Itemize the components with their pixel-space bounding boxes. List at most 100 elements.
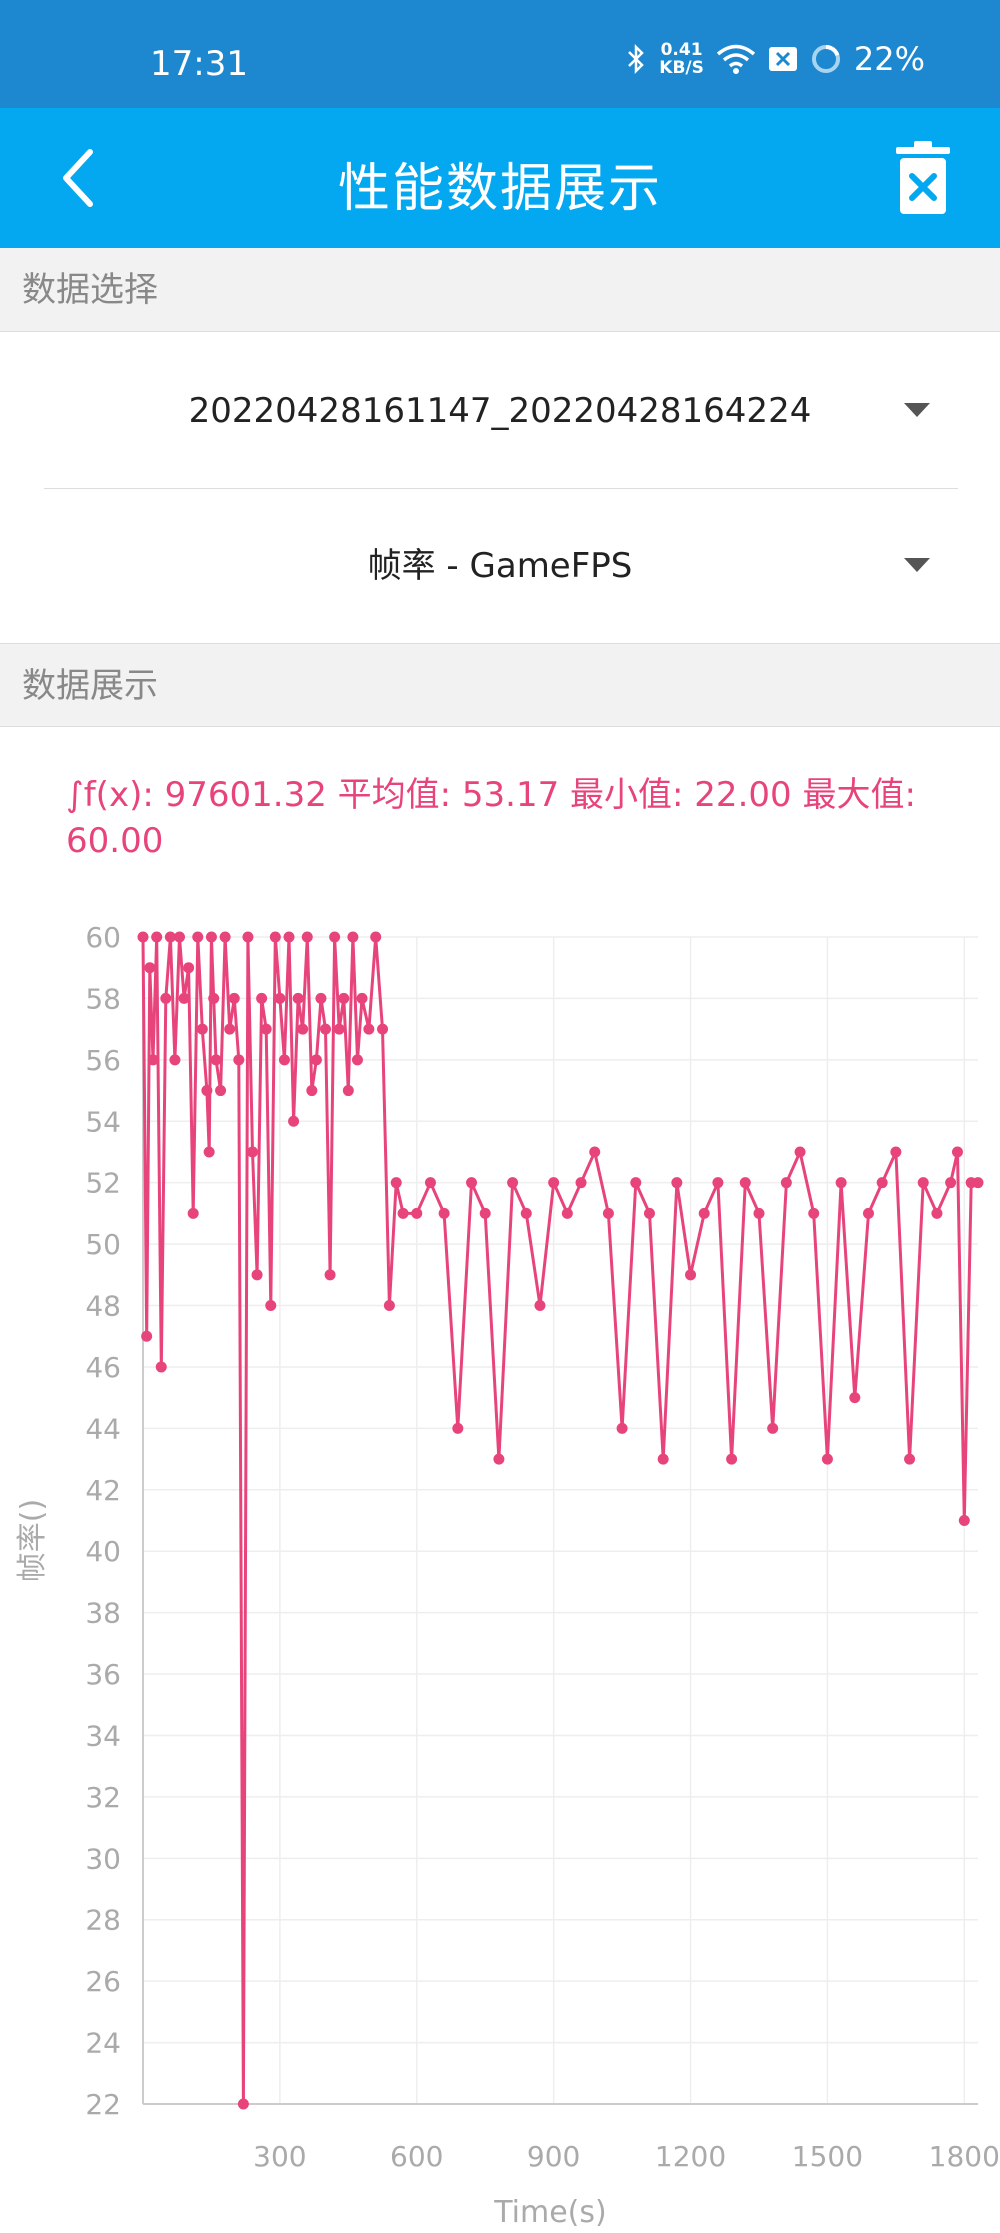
fps-data-point xyxy=(237,2098,249,2110)
fps-data-point xyxy=(466,1177,478,1189)
fps-data-point xyxy=(228,992,240,1004)
bluetooth-icon xyxy=(628,43,645,75)
fps-data-point xyxy=(917,1177,929,1189)
fps-data-point xyxy=(767,1422,779,1434)
fps-data-point xyxy=(821,1453,833,1465)
session-select[interactable]: 20220428161147_20220428164224 xyxy=(0,334,1000,488)
fps-data-point xyxy=(347,931,359,943)
fps-data-point xyxy=(338,992,350,1004)
y-tick-label: 50 xyxy=(85,1228,121,1261)
fps-data-point xyxy=(219,931,231,943)
fps-data-point xyxy=(278,1054,290,1066)
y-tick-label: 36 xyxy=(85,1658,121,1691)
dropdown-arrow-icon xyxy=(904,558,930,572)
x-tick-label: 1500 xyxy=(792,2140,863,2173)
fps-data-point xyxy=(808,1207,820,1219)
fps-data-point xyxy=(147,1054,159,1066)
battery-percent: 22% xyxy=(853,40,925,78)
fps-data-point xyxy=(183,962,195,974)
x-tick-label: 1800 xyxy=(929,2140,1000,2173)
fps-data-point xyxy=(329,931,341,943)
fps-data-point xyxy=(320,1023,332,1035)
fps-data-point xyxy=(174,931,186,943)
net-speed-value: 0.41 xyxy=(660,40,703,60)
fps-data-point xyxy=(951,1146,963,1158)
y-tick-label: 30 xyxy=(85,1842,121,1875)
fps-data-point xyxy=(224,1023,236,1035)
y-tick-label: 22 xyxy=(85,2088,121,2121)
metric-select[interactable]: 帧率 - GameFPS xyxy=(0,489,1000,643)
fps-data-point xyxy=(739,1177,751,1189)
delete-button[interactable] xyxy=(894,140,952,216)
sim-icon xyxy=(768,47,797,71)
fps-data-point xyxy=(589,1146,601,1158)
fps-data-point xyxy=(178,992,190,1004)
y-tick-label: 40 xyxy=(85,1535,121,1568)
fps-data-point xyxy=(561,1207,573,1219)
x-tick-label: 300 xyxy=(253,2140,306,2173)
fps-data-point xyxy=(698,1207,710,1219)
fps-data-point xyxy=(205,931,217,943)
fps-data-point xyxy=(269,931,281,943)
metric-select-value: 帧率 - GameFPS xyxy=(367,546,633,586)
fps-data-point xyxy=(424,1177,436,1189)
fps-data-point xyxy=(616,1422,628,1434)
fps-data-point xyxy=(301,931,313,943)
fps-data-point xyxy=(377,1023,389,1035)
fps-data-point xyxy=(972,1177,984,1189)
fps-data-point xyxy=(411,1207,423,1219)
fps-data-point xyxy=(397,1207,409,1219)
fps-data-point xyxy=(534,1300,546,1312)
fps-data-point xyxy=(890,1146,902,1158)
fps-data-point xyxy=(144,962,156,974)
x-tick-label: 1200 xyxy=(655,2140,726,2173)
page-title: 性能数据展示 xyxy=(337,159,662,219)
status-time: 17:31 xyxy=(150,44,248,84)
data-select-header: 数据选择 xyxy=(0,248,1000,332)
fps-data-point xyxy=(575,1177,587,1189)
fps-data-point xyxy=(242,931,254,943)
fps-data-point xyxy=(548,1177,560,1189)
fps-data-point xyxy=(507,1177,519,1189)
net-speed: 0.41 KB/S xyxy=(659,41,704,77)
fps-data-point xyxy=(215,1085,227,1097)
fps-data-point xyxy=(315,992,327,1004)
fps-data-point xyxy=(137,931,149,943)
fps-data-point xyxy=(208,992,220,1004)
fps-data-point xyxy=(643,1207,655,1219)
fps-data-point xyxy=(292,992,304,1004)
fps-data-point xyxy=(671,1177,683,1189)
fps-data-point xyxy=(155,1361,167,1373)
y-tick-label: 34 xyxy=(85,1719,121,1752)
fps-data-point xyxy=(247,1146,259,1158)
fps-data-point xyxy=(383,1300,395,1312)
fps-data-point xyxy=(945,1177,957,1189)
fps-data-point xyxy=(835,1177,847,1189)
data-display-header: 数据展示 xyxy=(0,643,1000,727)
fps-data-point xyxy=(630,1177,642,1189)
fps-data-point xyxy=(203,1146,215,1158)
y-tick-label: 44 xyxy=(85,1412,121,1445)
app-bar: 性能数据展示 xyxy=(0,108,1000,248)
y-tick-label: 38 xyxy=(85,1597,121,1630)
fps-data-point xyxy=(201,1085,213,1097)
fps-data-point xyxy=(958,1515,970,1526)
fps-data-point xyxy=(274,992,286,1004)
dropdown-arrow-icon xyxy=(904,403,930,417)
battery-ring-icon xyxy=(811,45,840,73)
fps-chart[interactable]: 22 24 26 28 30 32 34 36 38 40 42 44 46 48 50 52 54 56 58 60… xyxy=(0,900,1000,2233)
fps-data-point xyxy=(141,1330,153,1342)
fps-data-point xyxy=(712,1177,724,1189)
fps-series-line xyxy=(141,935,978,2106)
fps-data-point xyxy=(297,1023,309,1035)
y-tick-label: 46 xyxy=(85,1351,121,1384)
net-speed-unit: KB/S xyxy=(659,58,704,78)
fps-data-point xyxy=(283,931,295,943)
fps-data-point xyxy=(342,1085,354,1097)
fps-data-point xyxy=(780,1177,792,1189)
fps-data-point xyxy=(931,1207,943,1219)
fps-data-point xyxy=(862,1207,874,1219)
fps-data-point xyxy=(306,1085,318,1097)
fps-data-point xyxy=(904,1453,916,1465)
fps-data-point xyxy=(726,1453,738,1465)
